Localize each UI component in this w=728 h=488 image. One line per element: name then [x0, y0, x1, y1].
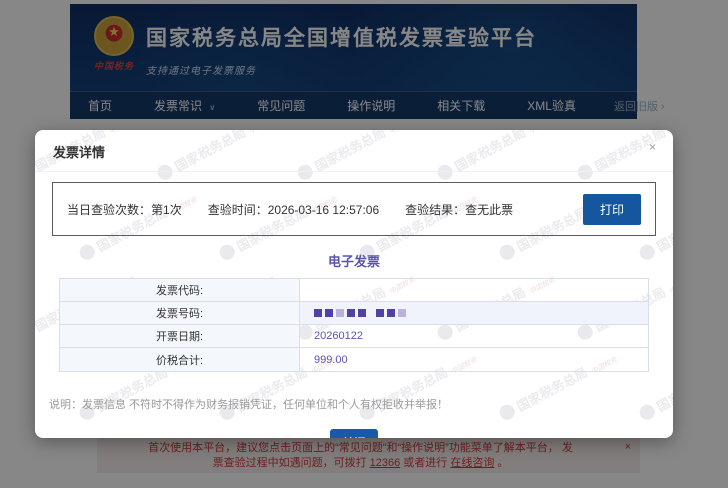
field-value: 999.00	[300, 348, 648, 371]
modal-header: 发票详情 ×	[35, 130, 673, 172]
daily-check-count: 当日查验次数：第1次	[67, 201, 182, 218]
field-label: 价税合计:	[60, 348, 300, 371]
table-row-total-amount: 价税合计: 999.00	[60, 348, 648, 371]
field-value	[300, 279, 648, 301]
print-button[interactable]: 打印	[583, 194, 641, 225]
disclaimer-note: 说明：发票信息 不符时不得作为财务报销凭证，任何单位和个人有权拒收并举报！	[49, 396, 659, 412]
close-icon[interactable]: ×	[649, 141, 656, 153]
field-label: 发票代码:	[60, 279, 300, 301]
field-value-redacted	[300, 302, 648, 324]
invoice-type-title: 电子发票	[35, 251, 673, 270]
table-row-invoice-date: 开票日期: 20260122	[60, 325, 648, 348]
table-row-invoice-number: 发票号码:	[60, 302, 648, 325]
close-button[interactable]: 关闭	[330, 429, 378, 438]
field-label: 开票日期:	[60, 325, 300, 347]
modal-title: 发票详情	[53, 145, 105, 160]
invoice-detail-table: 发票代码: 发票号码: 开票日期: 20260122 价税合计: 999.00	[59, 278, 649, 372]
verification-summary-box: 当日查验次数：第1次 查验时间：2026-03-16 12:57:06 查验结果…	[52, 182, 656, 236]
field-value: 20260122	[300, 325, 648, 347]
table-row-invoice-code: 发票代码:	[60, 279, 648, 302]
check-time: 查验时间：2026-03-16 12:57:06	[208, 201, 379, 218]
field-label: 发票号码:	[60, 302, 300, 324]
invoice-details-modal: 国家税务总局中国税务国家税务总局中国税务国家税务总局中国税务国家税务总局中国税务…	[35, 130, 673, 438]
redacted-invoice-number	[314, 309, 406, 317]
check-result: 查验结果：查无此票	[405, 201, 513, 218]
